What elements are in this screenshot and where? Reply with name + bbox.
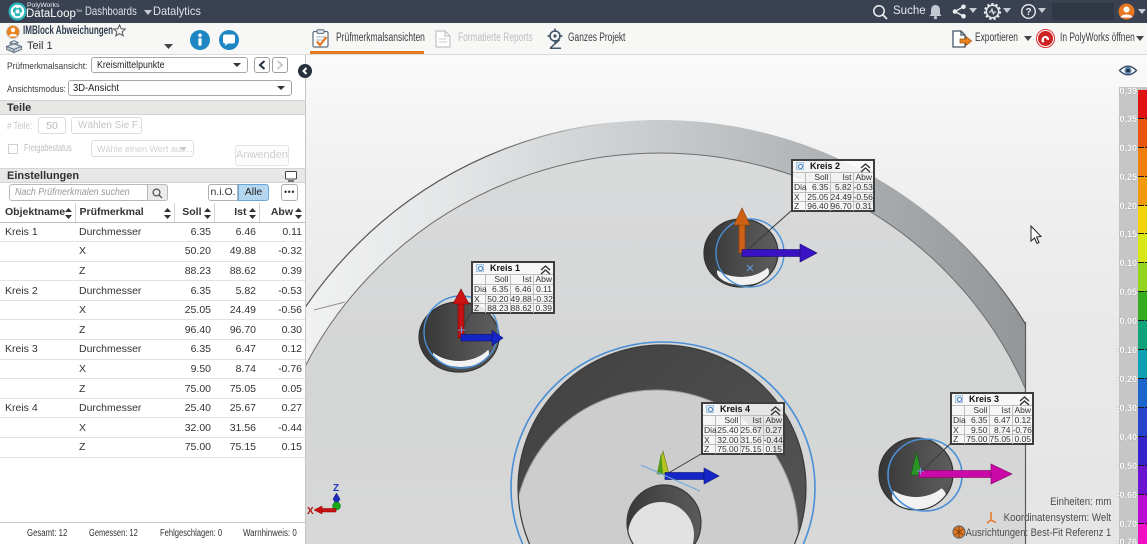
svg-text:X: X (307, 506, 314, 517)
svg-text:?: ? (1025, 7, 1031, 18)
svg-text:Z: Z (333, 483, 339, 494)
